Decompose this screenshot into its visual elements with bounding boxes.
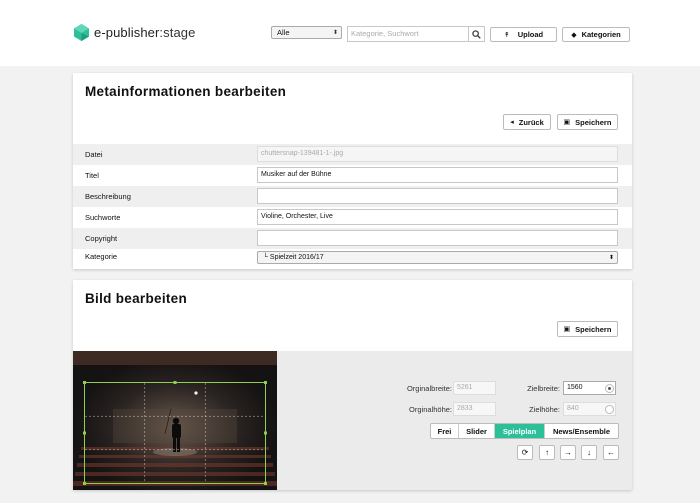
move-up-button[interactable]: ↑ (539, 445, 555, 460)
rotate-button[interactable]: ⟳ (517, 445, 533, 460)
image-editor: Orginalbreite: 5261 Orginalhöhe: 2833 Zi… (73, 351, 632, 490)
target-width-radio[interactable] (605, 384, 614, 393)
preset-slider[interactable]: Slider (459, 424, 495, 438)
floppy-disk-icon: ▣ (563, 119, 571, 126)
original-height-label: Orginalhöhe: (409, 405, 452, 414)
original-width-label: Orginalbreite: (406, 384, 452, 393)
target-height-label: Zielhöhe: (529, 405, 560, 414)
form-row-description: Beschreibung (73, 186, 632, 207)
metadata-panel-title: Metainformationen bearbeiten (85, 84, 287, 99)
image-panel-title: Bild bearbeiten (85, 291, 188, 306)
form-row-title: Titel Musiker auf der Bühne (73, 165, 632, 186)
preset-spielplan[interactable]: Spielplan (495, 424, 545, 438)
image-edit-panel: Bild bearbeiten ▣ Speichern Orginalbreit… (73, 280, 632, 490)
original-width-field: 5261 (453, 381, 496, 395)
file-field: chuttersnap-139481-1-.jpg (257, 146, 618, 162)
move-left-button[interactable]: ← (603, 445, 619, 460)
category-select[interactable]: └ Spielzeit 2016/17 ⬍ (257, 251, 618, 264)
form-row-copyright: Copyright (73, 228, 632, 249)
preset-frei[interactable]: Frei (431, 424, 459, 438)
back-button[interactable]: ◂ Zurück (503, 114, 551, 130)
upload-icon: ↟ (503, 31, 510, 39)
title-field[interactable]: Musiker auf der Bühne (257, 167, 618, 183)
tag-icon: ◆ (571, 31, 577, 39)
search-button[interactable] (469, 26, 485, 42)
updown-arrows-icon: ⬍ (608, 255, 614, 261)
title-label: Titel (85, 171, 99, 180)
keywords-field[interactable]: Violine, Orchester, Live (257, 209, 618, 225)
upload-button[interactable]: ↟ Upload (490, 27, 557, 42)
copyright-label: Copyright (85, 234, 118, 243)
description-label: Beschreibung (85, 192, 131, 201)
arrow-right-icon: → (564, 448, 572, 457)
floppy-disk-icon: ▣ (563, 326, 571, 333)
updown-arrows-icon: ⬍ (332, 30, 338, 36)
arrow-left-icon: ← (607, 448, 615, 457)
form-row-file: Datei chuttersnap-139481-1-.jpg (73, 144, 632, 165)
form-row-category: Kategorie └ Spielzeit 2016/17 ⬍ (73, 249, 632, 270)
arrow-down-icon: ↓ (587, 448, 591, 457)
logo-text: e-publisher:stage (94, 25, 196, 40)
category-label: Kategorie (85, 252, 118, 261)
keywords-label: Suchworte (85, 213, 121, 222)
move-down-button[interactable]: ↓ (581, 445, 597, 460)
form-row-keywords: Suchworte Violine, Orchester, Live (73, 207, 632, 228)
copyright-field[interactable] (257, 230, 618, 246)
search-input[interactable]: Kategorie, Suchwort (347, 26, 469, 42)
logo-mark-icon (74, 24, 89, 41)
crop-preset-group: Frei Slider Spielplan News/Ensemble (430, 423, 619, 439)
app-header: e-publisher:stage Alle ⬍ Kategorie, Such… (0, 0, 700, 66)
description-field[interactable] (257, 188, 618, 204)
save-metadata-button[interactable]: ▣ Speichern (557, 114, 618, 130)
file-label: Datei (85, 150, 103, 159)
image-preview[interactable] (73, 351, 277, 490)
categories-button[interactable]: ◆ Kategorien (562, 27, 630, 42)
chevron-left-icon: ◂ (510, 119, 514, 126)
preset-news-ensemble[interactable]: News/Ensemble (545, 424, 618, 438)
arrow-up-icon: ↑ (545, 448, 549, 457)
move-right-button[interactable]: → (560, 445, 576, 460)
target-width-label: Zielbreite: (527, 384, 560, 393)
original-height-field: 2833 (453, 402, 496, 416)
metadata-panel: Metainformationen bearbeiten ◂ Zurück ▣ … (73, 73, 632, 269)
target-height-radio[interactable] (605, 405, 614, 414)
save-image-button[interactable]: ▣ Speichern (557, 321, 618, 337)
search-icon (472, 29, 481, 39)
concert-photo (73, 351, 277, 490)
rotate-icon: ⟳ (521, 448, 529, 457)
category-filter-select[interactable]: Alle ⬍ (271, 26, 342, 39)
app-logo[interactable]: e-publisher:stage (74, 24, 195, 41)
